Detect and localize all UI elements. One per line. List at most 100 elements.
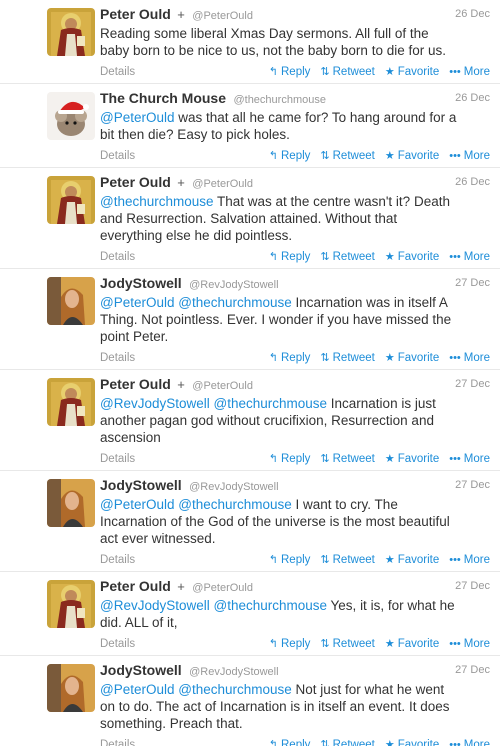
mention-link[interactable]: @thechurchmouse xyxy=(178,497,292,512)
retweet-button[interactable]: ⇅ Retweet xyxy=(320,65,374,79)
retweet-button[interactable]: ⇅ Retweet xyxy=(320,351,374,365)
mention-link[interactable]: @RevJodyStowell xyxy=(100,598,210,613)
favorite-button[interactable]: ★ Favorite xyxy=(385,637,439,651)
tweet-date[interactable]: 27 Dec xyxy=(455,479,490,491)
favorite-label: Favorite xyxy=(397,351,440,364)
avatar[interactable] xyxy=(47,92,95,140)
tweet[interactable]: JodyStowell @RevJodyStowell 27 Dec @Pete… xyxy=(0,471,500,572)
mention-link[interactable]: @PeterOuld xyxy=(100,110,175,125)
author-name[interactable]: The Church Mouse xyxy=(100,90,226,106)
details-link[interactable]: Details xyxy=(100,453,135,465)
mention-link[interactable]: @RevJodyStowell xyxy=(100,396,210,411)
mention-link[interactable]: @PeterOuld xyxy=(100,497,175,512)
more-button[interactable]: ••• More xyxy=(449,637,490,650)
author-handle[interactable]: @thechurchmouse xyxy=(233,94,326,106)
favorite-button[interactable]: ★ Favorite xyxy=(385,351,440,365)
reply-button[interactable]: ↰ Reply xyxy=(269,738,311,746)
author-handle[interactable]: @RevJodyStowell xyxy=(189,481,278,493)
reply-button[interactable]: ↰ Reply xyxy=(269,149,311,163)
tweet[interactable]: Peter Ould + @PeterOuld 27 Dec @RevJodyS… xyxy=(0,370,500,471)
details-link[interactable]: Details xyxy=(100,554,135,566)
mention-link[interactable]: @PeterOuld xyxy=(100,295,175,310)
favorite-button[interactable]: ★ Favorite xyxy=(385,250,439,264)
retweet-button[interactable]: ⇅ Retweet xyxy=(320,250,374,264)
author-handle[interactable]: @PeterOuld xyxy=(192,380,253,392)
author-name[interactable]: JodyStowell xyxy=(100,275,182,291)
tweet-date[interactable]: 26 Dec xyxy=(455,176,490,188)
reply-button[interactable]: ↰ Reply xyxy=(269,637,311,651)
more-button[interactable]: ••• More xyxy=(449,65,490,78)
author-name[interactable]: JodyStowell xyxy=(100,477,182,493)
avatar[interactable] xyxy=(47,664,95,712)
tweet-date[interactable]: 27 Dec xyxy=(455,580,490,592)
details-link[interactable]: Details xyxy=(100,66,135,78)
details-link[interactable]: Details xyxy=(100,352,135,364)
reply-button[interactable]: ↰ Reply xyxy=(269,250,311,264)
favorite-button[interactable]: ★ Favorite xyxy=(385,149,439,163)
more-button[interactable]: ••• More xyxy=(449,738,490,746)
tweet[interactable]: JodyStowell @RevJodyStowell 27 Dec @Pete… xyxy=(0,269,500,370)
tweet-date[interactable]: 26 Dec xyxy=(455,8,490,20)
details-link[interactable]: Details xyxy=(100,739,135,746)
favorite-button[interactable]: ★ Favorite xyxy=(385,738,439,746)
tweet-date[interactable]: 27 Dec xyxy=(455,664,490,676)
more-button[interactable]: ••• More xyxy=(449,351,490,364)
avatar[interactable] xyxy=(47,8,95,56)
reply-button[interactable]: ↰ Reply xyxy=(269,553,311,567)
more-button[interactable]: ••• More xyxy=(449,250,490,263)
author-handle[interactable]: @RevJodyStowell xyxy=(189,279,278,291)
author-handle[interactable]: @PeterOuld xyxy=(192,10,253,22)
details-link[interactable]: Details xyxy=(100,638,135,650)
tweet-date[interactable]: 27 Dec xyxy=(455,277,490,289)
retweet-arrows-icon: ⇅ xyxy=(320,251,330,263)
tweet[interactable]: Peter Ould + @PeterOuld 27 Dec @RevJodyS… xyxy=(0,572,500,656)
mention-link[interactable]: @PeterOuld xyxy=(100,682,175,697)
author-name[interactable]: Peter Ould xyxy=(100,174,171,190)
favorite-label: Favorite xyxy=(397,553,440,566)
author-handle[interactable]: @PeterOuld xyxy=(192,582,253,594)
mention-link[interactable]: @thechurchmouse xyxy=(178,295,292,310)
author-name[interactable]: Peter Ould xyxy=(100,376,171,392)
retweet-button[interactable]: ⇅ Retweet xyxy=(320,553,374,567)
favorite-button[interactable]: ★ Favorite xyxy=(385,452,439,466)
avatar[interactable] xyxy=(47,176,95,224)
cross-icon: + xyxy=(177,377,185,392)
tweet-text: @thechurchmouse That was at the centre w… xyxy=(100,193,460,244)
author-name[interactable]: Peter Ould xyxy=(100,578,171,594)
avatar[interactable] xyxy=(47,378,95,426)
author-handle[interactable]: @RevJodyStowell xyxy=(189,666,278,678)
mention-link[interactable]: @thechurchmouse xyxy=(178,682,292,697)
author-handle[interactable]: @PeterOuld xyxy=(192,178,253,190)
tweet[interactable]: Peter Ould + @PeterOuld 26 Dec Reading s… xyxy=(0,0,500,84)
tweet-header: The Church Mouse @thechurchmouse 26 Dec xyxy=(100,90,490,108)
tweet[interactable]: JodyStowell @RevJodyStowell 27 Dec @Pete… xyxy=(0,656,500,746)
author-name[interactable]: Peter Ould xyxy=(100,6,171,22)
retweet-button[interactable]: ⇅ Retweet xyxy=(320,738,374,746)
tweet[interactable]: Peter Ould + @PeterOuld 26 Dec @thechurc… xyxy=(0,168,500,269)
reply-button[interactable]: ↰ Reply xyxy=(269,65,311,79)
avatar[interactable] xyxy=(47,277,95,325)
reply-button[interactable]: ↰ Reply xyxy=(269,452,311,466)
details-link[interactable]: Details xyxy=(100,251,135,263)
mention-link[interactable]: @thechurchmouse xyxy=(214,396,328,411)
more-button[interactable]: ••• More xyxy=(449,452,490,465)
mention-link[interactable]: @thechurchmouse xyxy=(100,194,214,209)
mention-link[interactable]: @thechurchmouse xyxy=(214,598,328,613)
tweet[interactable]: The Church Mouse @thechurchmouse 26 Dec … xyxy=(0,84,500,168)
author-name[interactable]: JodyStowell xyxy=(100,662,182,678)
avatar[interactable] xyxy=(47,580,95,628)
details-link[interactable]: Details xyxy=(100,150,135,162)
favorite-button[interactable]: ★ Favorite xyxy=(385,65,439,79)
retweet-button[interactable]: ⇅ Retweet xyxy=(320,149,374,163)
reply-button[interactable]: ↰ Reply xyxy=(269,351,311,365)
more-button[interactable]: ••• More xyxy=(449,149,490,162)
favorite-button[interactable]: ★ Favorite xyxy=(385,553,440,567)
retweet-arrows-icon: ⇅ xyxy=(320,66,330,78)
retweet-button[interactable]: ⇅ Retweet xyxy=(320,452,374,466)
more-button[interactable]: ••• More xyxy=(449,553,490,566)
retweet-button[interactable]: ⇅ Retweet xyxy=(320,637,374,651)
tweet-date[interactable]: 26 Dec xyxy=(455,92,490,104)
avatar[interactable] xyxy=(47,479,95,527)
tweet-date[interactable]: 27 Dec xyxy=(455,378,490,390)
tweet-header: JodyStowell @RevJodyStowell 27 Dec xyxy=(100,477,490,495)
